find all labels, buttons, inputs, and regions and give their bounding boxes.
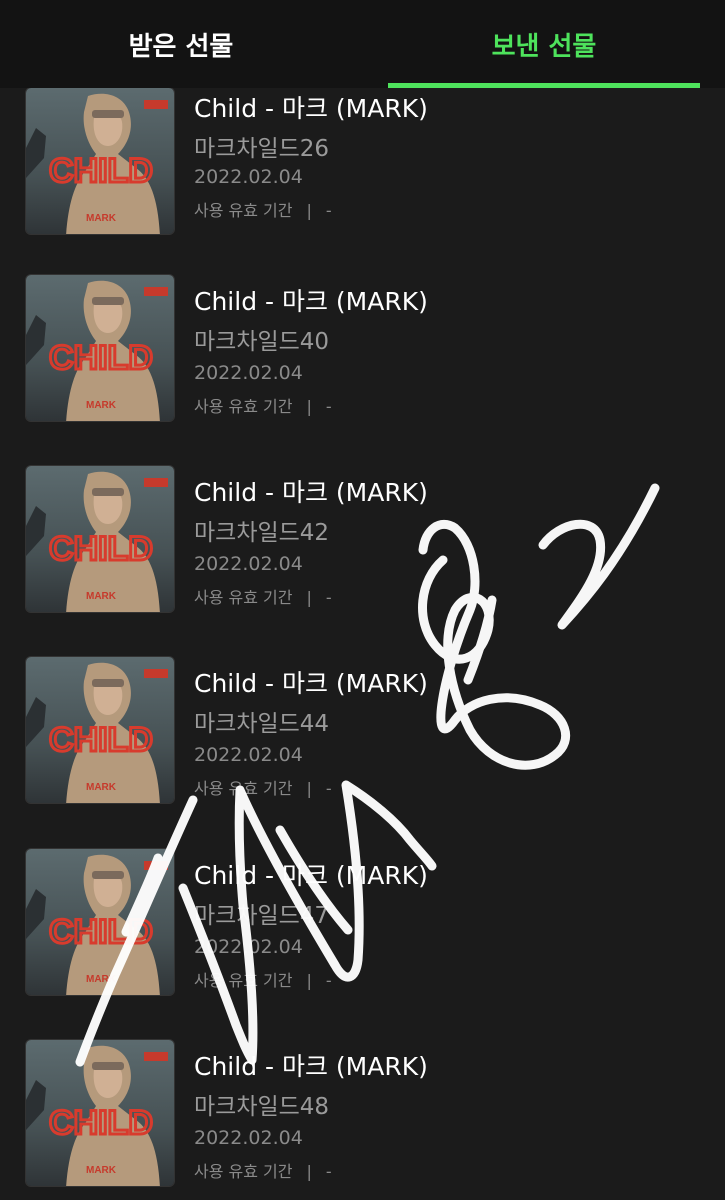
validity-label: 사용 유효 기간	[194, 779, 293, 798]
svg-text:MARK: MARK	[86, 782, 117, 793]
gift-item[interactable]: CHILD MARK Child - 마크 (MARK) 마크차일드48 202…	[0, 1039, 725, 1200]
gift-title: Child - 마크 (MARK)	[194, 287, 428, 316]
gift-list: CHILD MARK Child - 마크 (MARK) 마크차일드26 202…	[0, 0, 725, 1200]
validity-value: -	[325, 588, 332, 607]
svg-text:CHILD: CHILD	[49, 339, 153, 377]
album-cover: CHILD MARK	[25, 1039, 175, 1187]
gift-item[interactable]: CHILD MARK Child - 마크 (MARK) 마크차일드42 202…	[0, 465, 725, 656]
gift-title: Child - 마크 (MARK)	[194, 478, 428, 507]
svg-text:MARK: MARK	[86, 1165, 117, 1176]
gift-validity: 사용 유효 기간 | -	[194, 967, 332, 991]
gift-validity: 사용 유효 기간 | -	[194, 1158, 332, 1182]
svg-text:CHILD: CHILD	[49, 1104, 153, 1142]
validity-value: -	[325, 1162, 332, 1181]
album-cover: CHILD MARK	[25, 656, 175, 804]
gift-date: 2022.02.04	[194, 553, 303, 575]
gift-title: Child - 마크 (MARK)	[194, 669, 428, 698]
validity-label: 사용 유효 기간	[194, 588, 293, 607]
validity-separator: |	[306, 971, 312, 990]
validity-value: -	[325, 779, 332, 798]
svg-text:MARK: MARK	[86, 213, 117, 224]
gift-name: 마크차일드42	[194, 520, 330, 546]
svg-text:CHILD: CHILD	[49, 530, 153, 568]
gift-date: 2022.02.04	[194, 936, 303, 958]
gift-title: Child - 마크 (MARK)	[194, 1052, 428, 1081]
gift-name: 마크차일드44	[194, 711, 330, 737]
gift-title: Child - 마크 (MARK)	[194, 861, 428, 890]
validity-separator: |	[306, 1162, 312, 1181]
svg-text:CHILD: CHILD	[49, 913, 153, 951]
svg-text:CHILD: CHILD	[49, 721, 153, 759]
gift-item[interactable]: CHILD MARK Child - 마크 (MARK) 마크차일드26 202…	[0, 87, 725, 278]
active-tab-indicator	[388, 83, 700, 88]
album-cover: CHILD MARK	[25, 465, 175, 613]
validity-separator: |	[306, 588, 312, 607]
gift-validity: 사용 유효 기간 | -	[194, 393, 332, 417]
gift-item[interactable]: CHILD MARK Child - 마크 (MARK) 마크차일드47 202…	[0, 848, 725, 1039]
validity-separator: |	[306, 201, 312, 220]
gift-date: 2022.02.04	[194, 166, 303, 188]
album-cover: CHILD MARK	[25, 87, 175, 235]
svg-text:MARK: MARK	[86, 591, 117, 602]
gift-title: Child - 마크 (MARK)	[194, 94, 428, 123]
gift-validity: 사용 유효 기간 | -	[194, 584, 332, 608]
svg-text:CHILD: CHILD	[49, 152, 153, 190]
gift-validity: 사용 유효 기간 | -	[194, 197, 332, 221]
album-cover: CHILD MARK	[25, 848, 175, 996]
validity-label: 사용 유효 기간	[194, 201, 293, 220]
gift-date: 2022.02.04	[194, 362, 303, 384]
gift-name: 마크차일드48	[194, 1094, 330, 1120]
gift-item[interactable]: CHILD MARK Child - 마크 (MARK) 마크차일드40 202…	[0, 274, 725, 465]
gift-name: 마크차일드47	[194, 903, 330, 929]
gift-name: 마크차일드26	[194, 136, 330, 162]
validity-separator: |	[306, 397, 312, 416]
gift-item[interactable]: CHILD MARK Child - 마크 (MARK) 마크차일드44 202…	[0, 656, 725, 847]
gift-name: 마크차일드40	[194, 329, 330, 355]
validity-label: 사용 유효 기간	[194, 1162, 293, 1181]
gift-date: 2022.02.04	[194, 744, 303, 766]
tab-bar: 받은 선물 보낸 선물	[0, 0, 725, 88]
validity-separator: |	[306, 779, 312, 798]
tab-received-gifts[interactable]: 받은 선물	[0, 0, 362, 88]
svg-text:MARK: MARK	[86, 400, 117, 411]
validity-label: 사용 유효 기간	[194, 971, 293, 990]
album-cover: CHILD MARK	[25, 274, 175, 422]
validity-label: 사용 유효 기간	[194, 397, 293, 416]
svg-text:MARK: MARK	[86, 974, 117, 985]
gift-date: 2022.02.04	[194, 1127, 303, 1149]
tab-sent-gifts[interactable]: 보낸 선물	[363, 0, 725, 88]
gift-validity: 사용 유효 기간 | -	[194, 775, 332, 799]
validity-value: -	[325, 971, 332, 990]
validity-value: -	[325, 201, 332, 220]
validity-value: -	[325, 397, 332, 416]
